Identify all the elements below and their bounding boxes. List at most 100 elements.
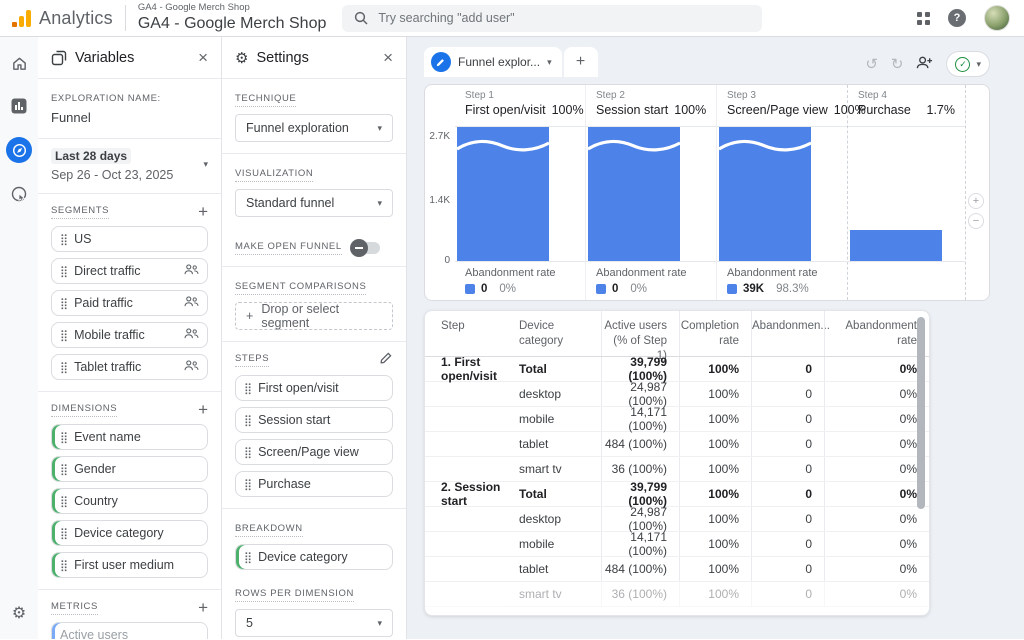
admin-gear-icon[interactable]: ⚙ <box>12 603 26 623</box>
add-metric-button[interactable]: + <box>198 599 208 616</box>
table-column-header[interactable]: Completion rate <box>679 311 751 356</box>
dimension-chip[interactable]: ⣿ Gender <box>51 456 208 482</box>
funnel-bar[interactable] <box>719 127 811 261</box>
undo-icon[interactable]: ↺ <box>865 57 878 72</box>
table-row[interactable]: mobile 14,171 (100%) 100% 0 0% <box>425 407 929 432</box>
close-icon[interactable]: × <box>198 49 208 66</box>
table-column-header[interactable]: Abandonmen... <box>751 311 824 356</box>
cell-abandonments: 0 <box>751 407 824 431</box>
segment-chip[interactable]: ⣿ Direct traffic <box>51 258 208 284</box>
reports-icon[interactable] <box>7 94 31 118</box>
visualization-select[interactable]: Standard funnel▾ <box>235 189 393 217</box>
redo-icon[interactable]: ↻ <box>891 57 904 72</box>
drag-handle-icon[interactable]: ⣿ <box>60 361 67 374</box>
dimension-chip[interactable]: ⣿ First user medium <box>51 552 208 578</box>
step-completion-rate: 100% <box>552 103 584 117</box>
dimension-chip[interactable]: ⣿ Device category <box>51 520 208 546</box>
drag-handle-icon[interactable]: ⣿ <box>60 265 67 278</box>
table-column-header[interactable]: Abandonment rate <box>824 311 929 356</box>
funnel-bar[interactable] <box>850 230 942 261</box>
drag-handle-icon[interactable]: ⣿ <box>60 495 67 508</box>
table-row[interactable]: tablet 484 (100%) 100% 0 0% <box>425 432 929 457</box>
add-tab-button[interactable]: + <box>564 47 598 77</box>
drag-handle-icon[interactable]: ⣿ <box>244 551 251 564</box>
drag-handle-icon[interactable]: ⣿ <box>60 329 67 342</box>
edit-steps-pencil-icon[interactable] <box>380 351 393 369</box>
drag-handle-icon[interactable]: ⣿ <box>60 527 67 540</box>
funnel-step-chip[interactable]: ⣿ Screen/Page view <box>235 439 393 465</box>
zoom-out-button[interactable]: − <box>968 213 984 229</box>
technique-select[interactable]: Funnel exploration▾ <box>235 114 393 142</box>
axis-break-wave-icon <box>457 138 549 154</box>
search-icon <box>354 11 368 25</box>
date-range-selector[interactable]: Last 28 days Sep 26 - Oct 23, 2025 ▾ <box>38 139 221 194</box>
cell-device-category: tablet <box>519 432 601 456</box>
tab-funnel-exploration[interactable]: Funnel explor... ▾ <box>424 47 562 77</box>
rows-per-dimension-select[interactable]: 5▾ <box>235 609 393 637</box>
dimension-chip[interactable]: ⣿ Country <box>51 488 208 514</box>
table-column-header[interactable]: Active users (% of Step 1) <box>601 311 679 356</box>
metric-chip[interactable]: Active users <box>51 622 208 639</box>
cell-abandonments: 0 <box>751 432 824 456</box>
table-column-header[interactable]: Device category <box>519 311 601 356</box>
segment-chip[interactable]: ⣿ Mobile traffic <box>51 322 208 348</box>
home-icon[interactable] <box>7 51 31 75</box>
zoom-in-button[interactable]: + <box>968 193 984 209</box>
dimension-chip-label: Gender <box>74 462 116 476</box>
table-column-header[interactable]: Step <box>425 311 519 356</box>
add-dimension-button[interactable]: + <box>198 401 208 418</box>
cell-abandonment-rate: 0% <box>824 532 929 556</box>
table-row[interactable]: smart tv 36 (100%) 100% 0 0% <box>425 457 929 482</box>
add-segment-button[interactable]: + <box>198 203 208 220</box>
segment-drop-zone[interactable]: + Drop or select segment <box>235 302 393 330</box>
exploration-name-value[interactable]: Funnel <box>51 110 208 125</box>
segment-chip[interactable]: ⣿ Paid traffic <box>51 290 208 316</box>
search-input[interactable]: Try searching "add user" <box>342 5 762 32</box>
dimension-chip[interactable]: ⣿ Event name <box>51 424 208 450</box>
technique-label: TECHNIQUE <box>235 93 296 107</box>
table-row[interactable]: mobile 14,171 (100%) 100% 0 0% <box>425 532 929 557</box>
drag-handle-icon[interactable]: ⣿ <box>60 233 67 246</box>
y-tick-label: 1.4K <box>429 195 450 206</box>
table-scrollbar[interactable] <box>917 317 925 509</box>
drag-handle-icon[interactable]: ⣿ <box>244 478 251 491</box>
funnel-bar[interactable] <box>588 127 680 261</box>
step-name: Screen/Page view <box>727 103 828 117</box>
table-row[interactable]: desktop 24,987 (100%) 100% 0 0% <box>425 382 929 407</box>
table-row[interactable]: tablet 484 (100%) 100% 0 0% <box>425 557 929 582</box>
funnel-step-chip[interactable]: ⣿ Session start <box>235 407 393 433</box>
add-collaborator-icon[interactable] <box>916 55 933 73</box>
segment-chip[interactable]: ⣿ Tablet traffic <box>51 354 208 380</box>
funnel-step-chip[interactable]: ⣿ Purchase <box>235 471 393 497</box>
apps-grid-icon[interactable] <box>917 12 930 25</box>
drag-handle-icon[interactable]: ⣿ <box>60 431 67 444</box>
close-icon[interactable]: × <box>383 49 393 66</box>
cell-device-category: desktop <box>519 507 601 531</box>
segment-chip[interactable]: ⣿ US <box>51 226 208 252</box>
funnel-bar-area <box>717 127 847 261</box>
cell-abandonment-rate: 0% <box>824 582 929 606</box>
abandonment-cell: Abandonment rate 0 0% <box>586 261 716 300</box>
table-row[interactable]: 2. Session start Total 39,799 (100%) 100… <box>425 482 929 507</box>
saved-status-button[interactable]: ✓ ▾ <box>946 51 990 77</box>
help-icon[interactable]: ? <box>948 9 966 27</box>
funnel-step-chip[interactable]: ⣿ First open/visit <box>235 375 393 401</box>
table-row[interactable]: desktop 24,987 (100%) 100% 0 0% <box>425 507 929 532</box>
panel-title: Settings <box>256 50 308 66</box>
avatar[interactable] <box>984 5 1010 31</box>
advertising-icon[interactable] <box>7 182 31 206</box>
drag-handle-icon[interactable]: ⣿ <box>60 297 67 310</box>
funnel-bar[interactable] <box>457 127 549 261</box>
drag-handle-icon[interactable]: ⣿ <box>60 463 67 476</box>
breakdown-chip[interactable]: ⣿ Device category <box>235 544 393 570</box>
table-row[interactable]: 1. First open/visit Total 39,799 (100%) … <box>425 357 929 382</box>
drag-handle-icon[interactable]: ⣿ <box>244 414 251 427</box>
drag-handle-icon[interactable]: ⣿ <box>244 446 251 459</box>
drag-handle-icon[interactable]: ⣿ <box>244 382 251 395</box>
explore-icon[interactable] <box>6 137 32 163</box>
drag-handle-icon[interactable]: ⣿ <box>60 559 67 572</box>
table-row[interactable]: smart tv 36 (100%) 100% 0 0% <box>425 582 929 607</box>
cell-completion-rate: 100% <box>679 557 751 581</box>
make-open-funnel-toggle[interactable] <box>352 242 380 254</box>
property-selector[interactable]: GA4 - Google Merch Shop GA4 - Google Mer… <box>138 3 327 32</box>
